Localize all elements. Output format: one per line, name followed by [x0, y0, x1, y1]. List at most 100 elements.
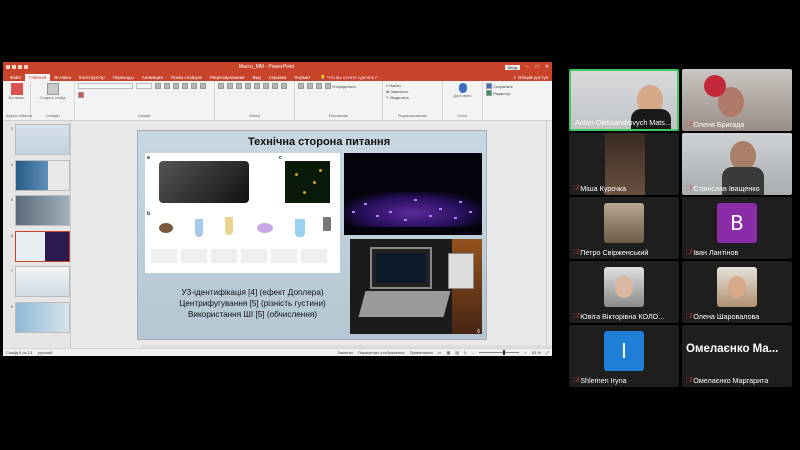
align-center-icon[interactable] — [263, 83, 269, 89]
ribbon-group-paragraph: Абзац — [215, 81, 295, 120]
minimize-icon[interactable]: – — [522, 64, 532, 70]
redo-icon[interactable] — [18, 65, 22, 69]
decrease-indent-icon[interactable] — [236, 83, 242, 89]
tab-slideshow[interactable]: Показ слайдов — [167, 74, 206, 81]
clipboard-icon — [10, 83, 23, 95]
group-label-voice: Голос — [457, 114, 468, 118]
group-label-clipboard: Буфер обмена — [6, 114, 32, 118]
participant-tile[interactable]: 🎙̸ Міша Курочка — [569, 133, 679, 195]
shrink-font-icon[interactable] — [164, 83, 170, 89]
slide-thumb[interactable]: 4 — [3, 159, 70, 196]
tab-view[interactable]: Вид — [249, 74, 265, 81]
find-button[interactable]: ⌕ Найти — [386, 83, 439, 88]
quick-access-toolbar — [6, 65, 28, 69]
shapes-icon[interactable] — [298, 83, 304, 89]
sign-in-button[interactable]: Вход — [504, 64, 520, 70]
slide-thumb[interactable]: 7 — [3, 266, 70, 302]
font-color-icon[interactable] — [78, 92, 84, 98]
tab-transitions[interactable]: Переходы — [109, 74, 138, 81]
current-slide[interactable]: Технічна сторона питання a b c УЗ-іденти… — [137, 130, 487, 340]
tab-review[interactable]: Рецензирование — [206, 74, 249, 81]
display-settings-button[interactable]: Параметры отображения — [358, 350, 405, 355]
language-indicator[interactable]: русский — [38, 350, 52, 355]
slideshow-icon[interactable]: ▷ — [464, 350, 467, 355]
tab-file[interactable]: Файл — [6, 74, 25, 81]
dish-icon — [257, 223, 273, 233]
participant-tile[interactable]: 🎙̸ Станіслав Іващенко — [682, 133, 792, 195]
zoom-level[interactable]: 83 % — [532, 350, 541, 355]
new-slide-button[interactable]: Создать слайд — [34, 83, 71, 100]
slide-thumb[interactable]: 3 — [3, 124, 70, 160]
slide-thumb[interactable]: 5 — [3, 195, 70, 231]
participant-name-label: 🎙̸ Shlemen Iryna — [573, 376, 676, 385]
font-name-dropdown[interactable] — [78, 83, 133, 89]
dictate-button[interactable]: Диктовать — [446, 83, 479, 98]
zoom-out-icon[interactable]: – — [472, 350, 474, 355]
save-button[interactable]: Сохранить — [486, 83, 524, 89]
strikethrough-icon[interactable] — [200, 83, 206, 89]
arrange-label: Упорядочить — [332, 83, 356, 89]
shapes-icon[interactable] — [307, 83, 313, 89]
grow-font-icon[interactable] — [155, 83, 161, 89]
comments-button[interactable]: Примечания — [410, 350, 433, 355]
align-right-icon[interactable] — [272, 83, 278, 89]
increase-indent-icon[interactable] — [245, 83, 251, 89]
microphone-icon — [458, 83, 467, 93]
fit-slide-icon[interactable]: ⤢ — [546, 350, 549, 355]
notes-button[interactable]: Заметки — [337, 350, 352, 355]
slide-bullet: УЗ-ідентифікація [4] (ефект Доплера) — [181, 288, 324, 297]
replace-button[interactable]: ⇄ Заменить — [386, 89, 439, 94]
save-icon[interactable] — [6, 65, 10, 69]
tab-insert[interactable]: Вставка — [50, 74, 75, 81]
reading-view-icon[interactable]: ▤ — [455, 350, 459, 355]
paste-button[interactable]: Вставить — [6, 83, 27, 100]
underline-icon[interactable] — [191, 83, 197, 89]
slide-counter: Слайд 6 из 13 — [6, 350, 33, 355]
undo-icon[interactable] — [12, 65, 16, 69]
participant-tile[interactable]: 🎙̸ Петро Свірженський — [569, 197, 679, 259]
slide-thumb[interactable]: 8 — [3, 301, 70, 338]
ribbon-group-voice: Диктовать Голос — [443, 81, 483, 120]
participant-tile-active[interactable]: Anton Oleksandrovych Mats... — [569, 69, 679, 131]
participant-tile[interactable]: I 🎙̸ Shlemen Iryna — [569, 325, 679, 387]
bullets-icon[interactable] — [218, 83, 224, 89]
share-icon: ⇪ — [512, 75, 517, 80]
sorter-view-icon[interactable]: ▦ — [446, 350, 450, 355]
participant-tile[interactable]: Омелаєнко Ма... 🎙̸ Омелаєнко Маргарита — [682, 325, 792, 387]
ribbon-tabs: Файл Главная Вставка Конструктор Переход… — [3, 72, 552, 81]
replace-label: Заменить — [390, 89, 409, 94]
shapes-icon[interactable] — [316, 83, 322, 89]
slide-thumb-preview — [15, 230, 70, 262]
font-size-dropdown[interactable] — [136, 83, 152, 89]
mic-muted-icon: 🎙̸ — [686, 249, 692, 256]
participant-tile[interactable]: 🎙̸ Олена Бригада — [682, 69, 792, 131]
tab-format[interactable]: Формат — [290, 74, 314, 81]
maximize-icon[interactable]: □ — [532, 64, 542, 70]
avatar-letter: I — [604, 331, 644, 371]
tab-design[interactable]: Конструктор — [75, 74, 109, 81]
close-icon[interactable]: ✕ — [542, 64, 552, 70]
numbering-icon[interactable] — [227, 83, 233, 89]
participant-tile[interactable]: 🎙̸ Ювіта Вікторівна КОЛО... — [569, 261, 679, 323]
zoom-slider[interactable] — [479, 350, 520, 354]
align-left-icon[interactable] — [254, 83, 260, 89]
italic-icon[interactable] — [182, 83, 188, 89]
ribbon: Вставить Буфер обмена Создать слайд Слай… — [3, 81, 552, 121]
bold-icon[interactable] — [173, 83, 179, 89]
meeting-window: Macro_MM - PowerPoint Вход – □ ✕ Файл Гл… — [0, 0, 800, 450]
participant-tile[interactable]: B 🎙̸ Іван Лантінов — [682, 197, 792, 259]
zoom-in-icon[interactable]: + — [524, 350, 526, 355]
slide-thumb-selected[interactable]: 6 — [3, 230, 70, 267]
editor-button[interactable]: Редактор — [486, 90, 524, 96]
tab-animations[interactable]: Анимация — [138, 74, 167, 81]
tab-home[interactable]: Главная — [25, 74, 51, 81]
slide-thumb-number: 3 — [10, 126, 13, 131]
participant-tile[interactable]: 🎙̸ Олена Шаровалова — [682, 261, 792, 323]
participant-name-label: Anton Oleksandrovych Mats... — [575, 118, 674, 127]
normal-view-icon[interactable]: ▭ — [438, 350, 442, 355]
select-button[interactable]: ↖ Выделить — [386, 95, 439, 100]
vertical-scrollbar[interactable] — [546, 121, 552, 349]
arrange-button[interactable]: Упорядочить — [325, 83, 356, 89]
tab-help[interactable]: Справка — [265, 74, 291, 81]
justify-icon[interactable] — [281, 83, 287, 89]
